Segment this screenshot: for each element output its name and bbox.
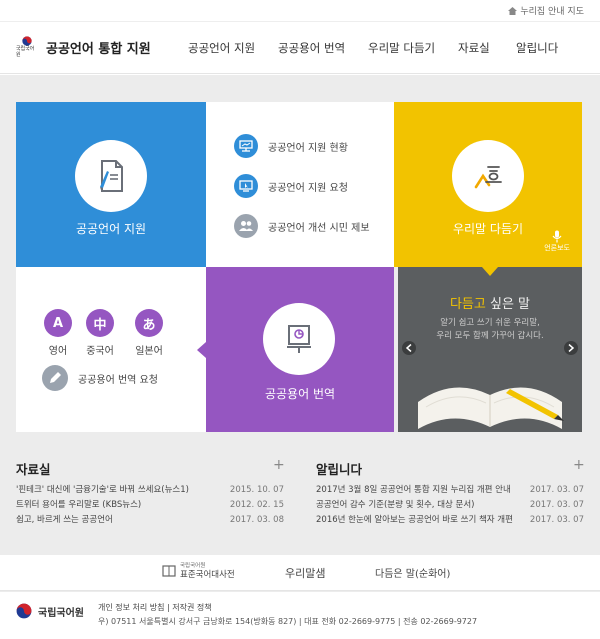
language-label: 일본어 — [135, 346, 163, 357]
top-utility-bar: 누리집 안내 지도 — [0, 0, 600, 22]
chevron-left-icon — [406, 344, 412, 352]
site-logo[interactable]: 국립국어원 공공언어 통합 지원 — [16, 36, 151, 58]
item-date: 2017. 03. 07 — [529, 515, 584, 525]
site-footer: 국립국어원 개인 정보 처리 방침 | 저작권 정책 우) 07511 서울특별… — [0, 592, 600, 639]
partner-links-bar: 국립국어원 표준국어대사전 우리말샘 다듬은 말(순화어) — [0, 555, 600, 591]
item-title: 2017년 3월 8일 공공언어 통합 지원 누리집 개편 안내 — [316, 485, 511, 495]
nav-item-resources[interactable]: 자료실 — [458, 40, 516, 56]
logo-subtitle: 국립국어원 — [16, 46, 35, 58]
item-title: 트위터 용어를 우리말로 (KBS뉴스) — [16, 500, 142, 510]
site-header: 국립국어원 공공언어 통합 지원 공공언어 지원 공공용어 번역 우리말 다듬기… — [0, 22, 600, 74]
list-item[interactable]: 2017년 3월 8일 공공언어 통합 지원 누리집 개편 안내 2017. 03… — [316, 483, 584, 498]
english-letter-icon: A — [44, 309, 72, 337]
item-date: 2012. 02. 15 — [229, 500, 284, 510]
chevron-right-icon — [568, 344, 574, 352]
partner-dictionary-label: 표준국어대사전 — [180, 570, 235, 580]
nav-item-notices[interactable]: 알립니다 — [516, 40, 576, 56]
purple-tile-pointer — [197, 342, 206, 358]
language-label: 영어 — [48, 346, 68, 357]
banner-prev-button[interactable] — [402, 341, 416, 355]
nav-item-public-term-translation[interactable]: 공공용어 번역 — [278, 40, 368, 56]
monitor-cursor-icon — [234, 174, 258, 198]
footer-address: 우) 07511 서울특별시 강서구 금낭화로 154(방화동 827) | 대… — [98, 617, 478, 626]
item-date: 2017. 03. 07 — [529, 485, 584, 495]
list-item[interactable]: 2016년 한눈에 알아보는 공공언어 바로 쓰기 책자 개편 2017. 03.… — [316, 513, 584, 528]
nav-item-public-language-support[interactable]: 공공언어 지원 — [188, 40, 278, 56]
service-support-status[interactable]: 공공언어 지원 현황 — [234, 134, 348, 158]
tile-label-public-term-translation: 공공용어 번역 — [264, 387, 336, 401]
banner-next-button[interactable] — [564, 341, 578, 355]
tile-refine-korean[interactable]: 우리말 다듬기 언론보도 — [394, 102, 582, 267]
service-label: 공공언어 지원 현황 — [268, 142, 348, 154]
banner-title: 다듬고 싶은 말 — [398, 293, 582, 312]
item-date: 2017. 03. 08 — [229, 515, 284, 525]
list-item[interactable]: '핀테크' 대신에 '금융기술'로 바꿔 쓰세요(뉴스1) 2015. 10. 0… — [16, 483, 284, 498]
service-label: 공공언어 지원 요청 — [268, 182, 348, 194]
sitemap-link[interactable]: 누리집 안내 지도 — [508, 4, 584, 17]
item-title: '핀테크' 대신에 '금융기술'로 바꿔 쓰세요(뉴스1) — [16, 485, 189, 495]
document-pen-icon — [75, 140, 147, 212]
service-label: 공공언어 개선 시민 제보 — [268, 222, 370, 234]
pencil-icon — [42, 365, 68, 391]
language-japanese[interactable]: あ 일본어 — [135, 309, 163, 357]
nav-item-refine-korean[interactable]: 우리말 다듬기 — [368, 40, 458, 56]
banner-text-line: 우리 모두 함께 가꾸어 갑시다. — [436, 331, 544, 341]
microphone-icon — [552, 230, 562, 243]
banner-text: 알기 쉽고 쓰기 쉬운 우리말, 우리 모두 함께 가꾸어 갑시다. — [398, 317, 582, 343]
people-icon — [234, 214, 258, 238]
sitemap-label: 누리집 안내 지도 — [520, 7, 584, 17]
open-book-pencil-illustration — [418, 387, 564, 429]
list-item[interactable]: 쉽고, 바르게 쓰는 공공언어 2017. 03. 08 — [16, 513, 284, 528]
footer-policy-links[interactable]: 개인 정보 처리 방침 | 저작권 정책 — [98, 602, 212, 613]
banner-title-rest: 싶은 말 — [485, 297, 531, 312]
language-label: 중국어 — [86, 346, 114, 357]
resources-title: 자료실 — [16, 462, 51, 477]
notices-title: 알립니다 — [316, 462, 363, 477]
hangul-refine-icon — [452, 140, 524, 212]
tile-public-language-support[interactable]: 공공언어 지원 — [16, 102, 206, 267]
press-label: 언론보도 — [544, 244, 570, 252]
notices-more-button[interactable]: + — [573, 457, 585, 473]
taegeuk-logo-icon: 국립국어원 — [16, 36, 38, 58]
japanese-letter-icon: あ — [135, 309, 163, 337]
footer-logo-text: 국립국어원 — [38, 607, 84, 619]
partner-urimalsaem[interactable]: 우리말샘 — [285, 565, 325, 581]
resources-list: '핀테크' 대신에 '금융기술'로 바꿔 쓰세요(뉴스1) 2015. 10. 0… — [16, 483, 284, 528]
tile-label-public-language-support: 공공언어 지원 — [75, 222, 147, 236]
item-title: 쉽고, 바르게 쓰는 공공언어 — [16, 515, 113, 525]
banner-text-line: 알기 쉽고 쓰기 쉬운 우리말, — [440, 318, 540, 328]
translation-request-link[interactable]: 공공용어 번역 요청 — [42, 365, 158, 391]
press-link[interactable]: 언론보도 — [544, 230, 570, 253]
notices-list: 2017년 3월 8일 공공언어 통합 지원 누리집 개편 안내 2017. 03… — [316, 483, 584, 528]
resources-more-button[interactable]: + — [273, 457, 285, 473]
partner-standard-dictionary[interactable]: 국립국어원 표준국어대사전 — [162, 562, 235, 580]
item-title: 공공언어 감수 기준(분량 및 횟수, 대상 문서) — [316, 500, 475, 510]
banner-title-highlight: 다듬고 — [449, 297, 486, 312]
languages-panel: A 영어 中 중국어 あ 일본어 공공용어 번역 요청 — [16, 267, 206, 432]
list-item[interactable]: 공공언어 감수 기준(분량 및 횟수, 대상 문서) 2017. 03. 07 — [316, 498, 584, 513]
list-item[interactable]: 트위터 용어를 우리말로 (KBS뉴스) 2012. 02. 15 — [16, 498, 284, 513]
dictionary-book-icon — [162, 565, 176, 577]
service-support-request[interactable]: 공공언어 지원 요청 — [234, 174, 348, 198]
footer-logo: 국립국어원 — [16, 603, 84, 619]
partner-refined-words[interactable]: 다듬은 말(순화어) — [375, 565, 450, 580]
site-title: 공공언어 통합 지원 — [46, 41, 151, 57]
tile-public-term-translation[interactable]: 공공용어 번역 — [206, 267, 394, 432]
item-date: 2017. 03. 07 — [529, 500, 584, 510]
item-date: 2015. 10. 07 — [229, 485, 284, 495]
main-nav: 공공언어 지원 공공용어 번역 우리말 다듬기 자료실 알립니다 — [188, 40, 576, 56]
taegeuk-logo-icon — [16, 603, 32, 619]
language-chinese[interactable]: 中 중국어 — [86, 309, 114, 357]
presentation-board-icon — [234, 134, 258, 158]
chinese-letter-icon: 中 — [86, 309, 114, 337]
easel-board-icon — [263, 303, 335, 375]
yellow-tile-pointer — [482, 267, 498, 276]
translation-request-label: 공공용어 번역 요청 — [78, 374, 158, 386]
service-citizen-report[interactable]: 공공언어 개선 시민 제보 — [234, 214, 370, 238]
item-title: 2016년 한눈에 알아보는 공공언어 바로 쓰기 책자 개편 — [316, 515, 513, 525]
services-panel: 공공언어 지원 현황 공공언어 지원 요청 공공언어 개선 시민 제보 — [206, 102, 394, 267]
language-english[interactable]: A 영어 — [44, 309, 72, 357]
home-icon — [508, 6, 518, 15]
promo-banner[interactable]: 다듬고 싶은 말 알기 쉽고 쓰기 쉬운 우리말, 우리 모두 함께 가꾸어 갑… — [398, 267, 582, 432]
